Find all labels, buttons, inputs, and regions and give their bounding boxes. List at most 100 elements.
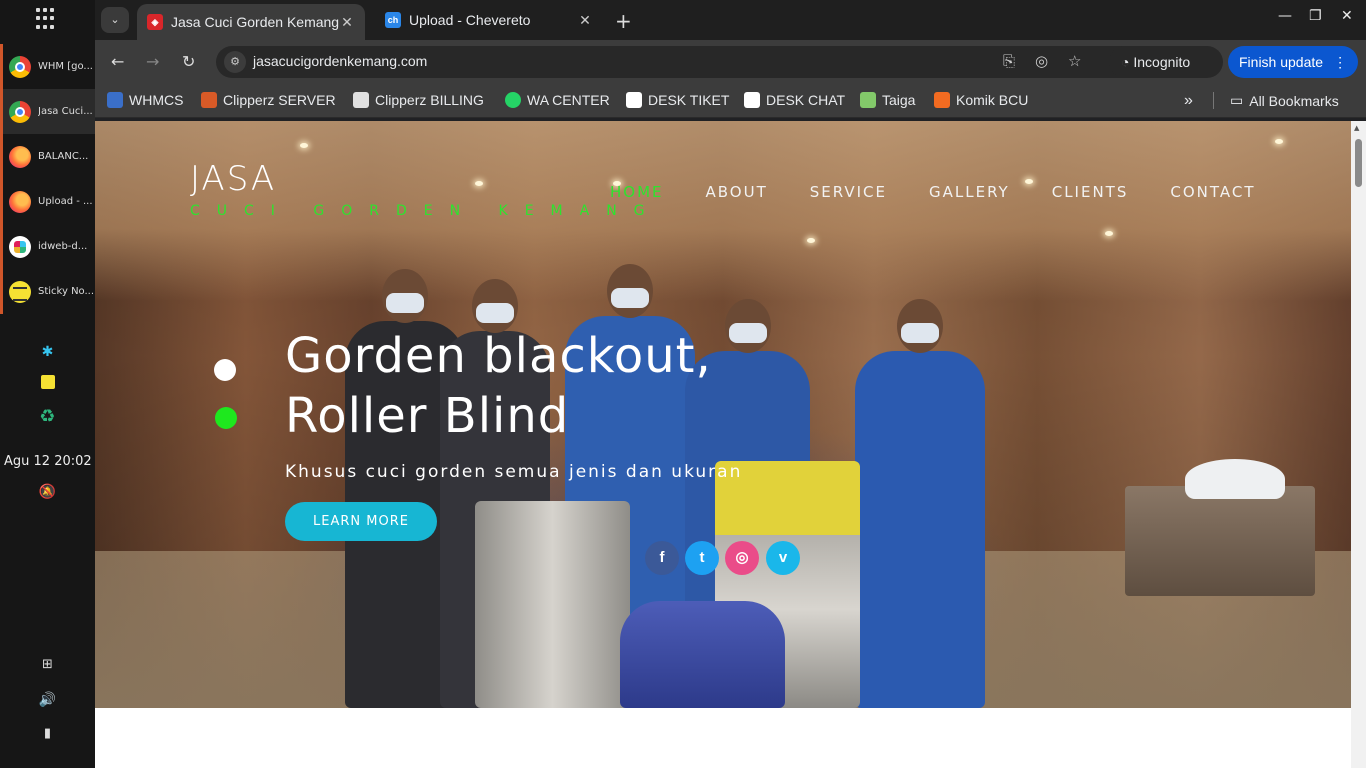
reload-icon[interactable]: ↻ [182, 52, 195, 71]
brand-title: JASA [190, 159, 277, 199]
finish-update-label: Finish update [1239, 54, 1324, 70]
recycle-tray-icon[interactable]: ♻ [0, 406, 95, 427]
task-label: idweb-d... [38, 241, 88, 252]
clipperz-icon [201, 92, 217, 108]
task-label: Sticky No... [38, 286, 93, 297]
volume-icon[interactable]: 🔊 [0, 692, 95, 708]
task-jasa-cuci[interactable]: Jasa Cuci... [0, 89, 95, 134]
task-sticky-notes[interactable]: Sticky No... [0, 269, 95, 314]
task-balance[interactable]: BALANC... [0, 134, 95, 179]
bookmark-desk-chat[interactable]: DESK CHAT [744, 92, 845, 108]
page-scrollbar[interactable]: ▲ [1351, 121, 1366, 768]
bookmark-label: Komik BCU [956, 92, 1029, 108]
slider-dot-active[interactable] [215, 407, 237, 429]
incognito-icon: ◔ [1121, 54, 1134, 70]
network-icon[interactable]: ⊞ [0, 657, 95, 672]
nav-service[interactable]: SERVICE [810, 183, 887, 201]
back-icon[interactable]: ← [111, 52, 124, 71]
twitter-icon[interactable]: t [685, 541, 719, 575]
close-window-icon[interactable]: ✕ [1341, 8, 1353, 24]
task-list: WHM [go... Jasa Cuci... BALANC... Upload… [0, 44, 95, 314]
bookmark-star-icon[interactable]: ☆ [1068, 52, 1081, 70]
slider-dot[interactable] [214, 359, 236, 381]
clipperz-icon [353, 92, 369, 108]
nav-gallery[interactable]: GALLERY [929, 183, 1010, 201]
task-label: WHM [go... [38, 61, 93, 72]
url-text[interactable]: jasacucigordenkemang.com [253, 53, 427, 69]
tab-upload-chevereto[interactable]: ch Upload - Chevereto ✕ [375, 5, 603, 35]
finish-update-button[interactable]: Finish update ⋮ [1228, 46, 1358, 78]
whatsapp-icon [505, 92, 521, 108]
site-brand[interactable]: JASA CUCI GORDEN KEMANG [190, 159, 662, 219]
sticky-notes-icon [9, 280, 31, 303]
forward-icon[interactable]: → [146, 52, 159, 71]
bookmark-komik-bcu[interactable]: Komik BCU [934, 92, 1028, 108]
new-tab-icon[interactable]: + [615, 9, 632, 33]
maximize-icon[interactable]: ❐ [1309, 8, 1322, 24]
task-whm[interactable]: WHM [go... [0, 44, 95, 89]
clock[interactable]: Agu 12 20:02 [4, 454, 92, 469]
more-menu-icon: ⋮ [1333, 54, 1348, 70]
app-grid-icon[interactable] [36, 8, 58, 30]
nav-home[interactable]: HOME [610, 183, 664, 201]
task-idweb[interactable]: idweb-d... [0, 224, 95, 269]
brand-subtitle: CUCI GORDEN KEMANG [190, 203, 662, 219]
task-upload[interactable]: Upload - ... [0, 179, 95, 224]
nav-about[interactable]: ABOUT [706, 183, 768, 201]
site-nav: HOME ABOUT SERVICE GALLERY CLIENTS CONTA… [610, 183, 1298, 201]
bookmarks-bar: WHMCS Clipperz SERVER Clipperz BILLING W… [95, 84, 1366, 118]
all-bookmarks-button[interactable]: ▭ All Bookmarks [1213, 92, 1339, 109]
browser-window: ⌄ ◈ Jasa Cuci Gorden Kemang ✕ ch Upload … [95, 0, 1366, 768]
folder-icon: ▭ [1230, 92, 1244, 108]
tab-strip: ⌄ ◈ Jasa Cuci Gorden Kemang ✕ ch Upload … [95, 0, 1366, 40]
photo-light [300, 143, 308, 148]
bookmark-label: WA CENTER [527, 92, 610, 108]
chevereto-favicon-icon: ch [385, 12, 401, 28]
scroll-up-icon[interactable]: ▲ [1354, 124, 1359, 132]
battery-icon[interactable]: ▮ [0, 726, 95, 741]
firefox-icon [9, 190, 31, 213]
bookmark-whmcs[interactable]: WHMCS [107, 92, 183, 108]
photo-worker [855, 299, 985, 708]
desk-icon [626, 92, 642, 108]
site-info-icon[interactable]: ⚙ [224, 51, 246, 73]
slack-tray-icon[interactable]: ✱ [0, 344, 95, 360]
more-bookmarks-icon[interactable]: » [1184, 92, 1193, 110]
facebook-icon[interactable]: f [645, 541, 679, 575]
sticky-tray-icon[interactable] [0, 375, 95, 393]
nav-contact[interactable]: CONTACT [1170, 183, 1255, 201]
bookmark-label: WHMCS [129, 92, 184, 108]
close-tab-icon[interactable]: ✕ [577, 12, 593, 29]
vimeo-icon[interactable]: v [766, 541, 800, 575]
photo-light [1105, 231, 1113, 236]
notification-off-icon[interactable]: 🔕 [0, 484, 95, 500]
photo-laundry-cart [1125, 486, 1315, 596]
learn-more-button[interactable]: LEARN MORE [285, 502, 437, 541]
bookmark-taiga[interactable]: Taiga [860, 92, 915, 108]
photo-linen [1185, 459, 1285, 499]
tracking-eye-icon[interactable]: ◎ [1035, 52, 1048, 70]
address-bar[interactable]: ⚙ jasacucigordenkemang.com ⎘ ◎ ☆ [216, 46, 1199, 78]
photo-light [1275, 139, 1283, 144]
photo-vacuum [475, 501, 630, 708]
bookmark-label: Clipperz SERVER [223, 92, 336, 108]
tab-search-button[interactable]: ⌄ [101, 7, 129, 33]
tab-jasa-cuci[interactable]: ◈ Jasa Cuci Gorden Kemang ✕ [137, 4, 365, 40]
all-bookmarks-label: All Bookmarks [1249, 92, 1339, 109]
bookmark-wa-center[interactable]: WA CENTER [505, 92, 610, 108]
incognito-badge[interactable]: ◔ Incognito [1109, 46, 1223, 78]
bookmark-desk-tiket[interactable]: DESK TIKET [626, 92, 729, 108]
minimize-icon[interactable]: — [1278, 8, 1292, 24]
nav-clients[interactable]: CLIENTS [1052, 183, 1129, 201]
tab-title: Upload - Chevereto [409, 12, 531, 28]
bookmark-clipperz-server[interactable]: Clipperz SERVER [201, 92, 336, 108]
bookmark-clipperz-billing[interactable]: Clipperz BILLING [353, 92, 484, 108]
dribbble-icon[interactable]: ◎ [725, 541, 759, 575]
taiga-icon [860, 92, 876, 108]
desk-icon [744, 92, 760, 108]
close-tab-icon[interactable]: ✕ [339, 14, 355, 31]
hero-section: JASA CUCI GORDEN KEMANG HOME ABOUT SERVI… [95, 121, 1351, 708]
translate-icon[interactable]: ⎘ [1003, 52, 1015, 70]
photo-scrubber [620, 601, 785, 708]
scrollbar-thumb[interactable] [1355, 139, 1362, 187]
